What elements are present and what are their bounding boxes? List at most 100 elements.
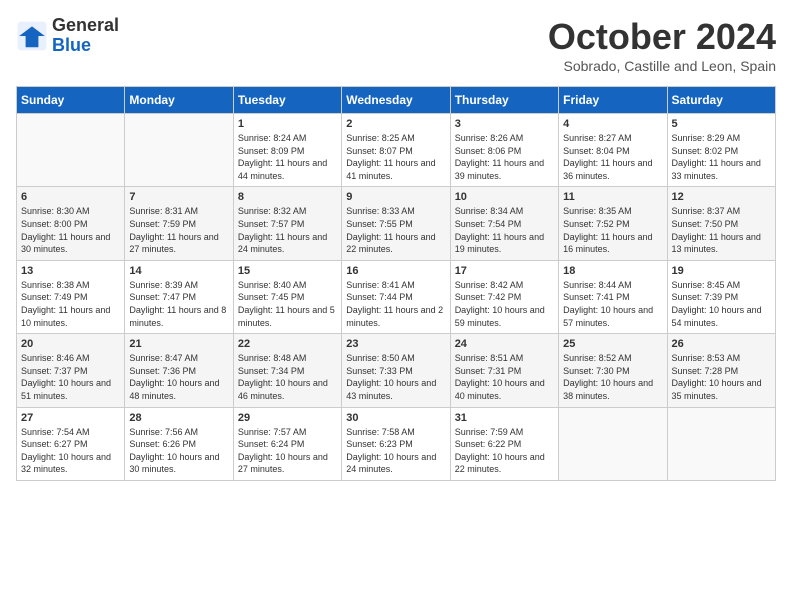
day-info: Sunrise: 7:58 AM Sunset: 6:23 PM Dayligh… (346, 426, 445, 476)
calendar-cell: 12 Sunrise: 8:37 AM Sunset: 7:50 PM Dayli… (667, 187, 775, 260)
day-number: 25 (563, 338, 662, 350)
day-number: 7 (129, 191, 228, 203)
calendar-week-row: 20 Sunrise: 8:46 AM Sunset: 7:37 PM Dayli… (17, 334, 776, 407)
day-number: 29 (238, 412, 337, 424)
calendar-cell: 14 Sunrise: 8:39 AM Sunset: 7:47 PM Dayli… (125, 260, 233, 333)
day-info: Sunrise: 7:59 AM Sunset: 6:22 PM Dayligh… (455, 426, 554, 476)
calendar-cell: 29 Sunrise: 7:57 AM Sunset: 6:24 PM Dayli… (233, 407, 341, 480)
day-number: 1 (238, 118, 337, 130)
logo: General Blue (16, 16, 119, 56)
day-info: Sunrise: 8:50 AM Sunset: 7:33 PM Dayligh… (346, 352, 445, 402)
day-info: Sunrise: 8:53 AM Sunset: 7:28 PM Dayligh… (672, 352, 771, 402)
day-number: 16 (346, 265, 445, 277)
calendar-table: SundayMondayTuesdayWednesdayThursdayFrid… (16, 86, 776, 481)
day-info: Sunrise: 8:26 AM Sunset: 8:06 PM Dayligh… (455, 132, 554, 182)
day-number: 28 (129, 412, 228, 424)
calendar-cell: 4 Sunrise: 8:27 AM Sunset: 8:04 PM Daylig… (559, 114, 667, 187)
day-info: Sunrise: 8:46 AM Sunset: 7:37 PM Dayligh… (21, 352, 120, 402)
day-number: 17 (455, 265, 554, 277)
calendar-cell: 15Sunrise: 8:40 AM Sunset: 7:45 PM Dayli… (233, 260, 341, 333)
day-number: 13 (21, 265, 120, 277)
day-number: 21 (129, 338, 228, 350)
calendar-cell: 19 Sunrise: 8:45 AM Sunset: 7:39 PM Dayli… (667, 260, 775, 333)
day-info: Sunrise: 8:32 AM Sunset: 7:57 PM Dayligh… (238, 205, 337, 255)
page-header: General Blue October 2024 Sobrado, Casti… (16, 16, 776, 74)
day-number: 26 (672, 338, 771, 350)
calendar-cell: 17 Sunrise: 8:42 AM Sunset: 7:42 PM Dayli… (450, 260, 558, 333)
day-info: Sunrise: 7:57 AM Sunset: 6:24 PM Dayligh… (238, 426, 337, 476)
calendar-cell (125, 114, 233, 187)
day-number: 5 (672, 118, 771, 130)
day-number: 18 (563, 265, 662, 277)
calendar-cell: 3 Sunrise: 8:26 AM Sunset: 8:06 PM Daylig… (450, 114, 558, 187)
calendar-cell: 2Sunrise: 8:25 AM Sunset: 8:07 PM Daylig… (342, 114, 450, 187)
day-of-week-header: Tuesday (233, 87, 341, 114)
calendar-cell: 23Sunrise: 8:50 AM Sunset: 7:33 PM Dayli… (342, 334, 450, 407)
calendar-week-row: 1 Sunrise: 8:24 AM Sunset: 8:09 PM Daylig… (17, 114, 776, 187)
calendar-cell: 9Sunrise: 8:33 AM Sunset: 7:55 PM Daylig… (342, 187, 450, 260)
day-number: 27 (21, 412, 120, 424)
calendar-cell (667, 407, 775, 480)
day-info: Sunrise: 8:31 AM Sunset: 7:59 PM Dayligh… (129, 205, 228, 255)
day-of-week-header: Thursday (450, 87, 558, 114)
calendar-cell: 30 Sunrise: 7:58 AM Sunset: 6:23 PM Dayli… (342, 407, 450, 480)
day-number: 6 (21, 191, 120, 203)
day-info: Sunrise: 8:29 AM Sunset: 8:02 PM Dayligh… (672, 132, 771, 182)
day-number: 10 (455, 191, 554, 203)
logo-line2: Blue (52, 36, 119, 56)
day-of-week-header: Saturday (667, 87, 775, 114)
calendar-cell: 21 Sunrise: 8:47 AM Sunset: 7:36 PM Dayli… (125, 334, 233, 407)
logo-line1: General (52, 16, 119, 36)
calendar-header-row: SundayMondayTuesdayWednesdayThursdayFrid… (17, 87, 776, 114)
day-info: Sunrise: 8:42 AM Sunset: 7:42 PM Dayligh… (455, 279, 554, 329)
day-number: 8 (238, 191, 337, 203)
day-number: 4 (563, 118, 662, 130)
calendar-cell: 10Sunrise: 8:34 AM Sunset: 7:54 PM Dayli… (450, 187, 558, 260)
day-info: Sunrise: 8:47 AM Sunset: 7:36 PM Dayligh… (129, 352, 228, 402)
calendar-cell: 16 Sunrise: 8:41 AM Sunset: 7:44 PM Dayli… (342, 260, 450, 333)
day-of-week-header: Wednesday (342, 87, 450, 114)
calendar-cell: 24Sunrise: 8:51 AM Sunset: 7:31 PM Dayli… (450, 334, 558, 407)
day-number: 19 (672, 265, 771, 277)
day-number: 20 (21, 338, 120, 350)
calendar-cell: 25Sunrise: 8:52 AM Sunset: 7:30 PM Dayli… (559, 334, 667, 407)
calendar-cell: 7 Sunrise: 8:31 AM Sunset: 7:59 PM Daylig… (125, 187, 233, 260)
calendar-cell: 26 Sunrise: 8:53 AM Sunset: 7:28 PM Dayli… (667, 334, 775, 407)
calendar-week-row: 27 Sunrise: 7:54 AM Sunset: 6:27 PM Dayli… (17, 407, 776, 480)
day-of-week-header: Friday (559, 87, 667, 114)
day-info: Sunrise: 8:51 AM Sunset: 7:31 PM Dayligh… (455, 352, 554, 402)
month-title: October 2024 (548, 16, 776, 58)
day-number: 12 (672, 191, 771, 203)
day-info: Sunrise: 8:35 AM Sunset: 7:52 PM Dayligh… (563, 205, 662, 255)
calendar-cell: 18 Sunrise: 8:44 AM Sunset: 7:41 PM Dayli… (559, 260, 667, 333)
calendar-cell: 20 Sunrise: 8:46 AM Sunset: 7:37 PM Dayli… (17, 334, 125, 407)
calendar-body: 1 Sunrise: 8:24 AM Sunset: 8:09 PM Daylig… (17, 114, 776, 481)
day-info: Sunrise: 8:24 AM Sunset: 8:09 PM Dayligh… (238, 132, 337, 182)
day-info: Sunrise: 8:30 AM Sunset: 8:00 PM Dayligh… (21, 205, 120, 255)
day-number: 2 (346, 118, 445, 130)
day-number: 30 (346, 412, 445, 424)
day-number: 31 (455, 412, 554, 424)
calendar-week-row: 13Sunrise: 8:38 AM Sunset: 7:49 PM Dayli… (17, 260, 776, 333)
calendar-cell: 22Sunrise: 8:48 AM Sunset: 7:34 PM Dayli… (233, 334, 341, 407)
day-number: 14 (129, 265, 228, 277)
day-info: Sunrise: 8:41 AM Sunset: 7:44 PM Dayligh… (346, 279, 445, 329)
location: Sobrado, Castille and Leon, Spain (548, 58, 776, 74)
day-info: Sunrise: 8:48 AM Sunset: 7:34 PM Dayligh… (238, 352, 337, 402)
day-info: Sunrise: 8:44 AM Sunset: 7:41 PM Dayligh… (563, 279, 662, 329)
calendar-cell: 8 Sunrise: 8:32 AM Sunset: 7:57 PM Daylig… (233, 187, 341, 260)
calendar-cell: 11 Sunrise: 8:35 AM Sunset: 7:52 PM Dayli… (559, 187, 667, 260)
calendar-cell: 5 Sunrise: 8:29 AM Sunset: 8:02 PM Daylig… (667, 114, 775, 187)
day-info: Sunrise: 8:37 AM Sunset: 7:50 PM Dayligh… (672, 205, 771, 255)
day-info: Sunrise: 8:39 AM Sunset: 7:47 PM Dayligh… (129, 279, 228, 329)
day-info: Sunrise: 8:45 AM Sunset: 7:39 PM Dayligh… (672, 279, 771, 329)
day-info: Sunrise: 7:56 AM Sunset: 6:26 PM Dayligh… (129, 426, 228, 476)
day-number: 3 (455, 118, 554, 130)
day-number: 11 (563, 191, 662, 203)
day-info: Sunrise: 7:54 AM Sunset: 6:27 PM Dayligh… (21, 426, 120, 476)
calendar-cell: 28 Sunrise: 7:56 AM Sunset: 6:26 PM Dayli… (125, 407, 233, 480)
calendar-cell (17, 114, 125, 187)
day-info: Sunrise: 8:27 AM Sunset: 8:04 PM Dayligh… (563, 132, 662, 182)
calendar-cell: 13Sunrise: 8:38 AM Sunset: 7:49 PM Dayli… (17, 260, 125, 333)
day-info: Sunrise: 8:33 AM Sunset: 7:55 PM Dayligh… (346, 205, 445, 255)
